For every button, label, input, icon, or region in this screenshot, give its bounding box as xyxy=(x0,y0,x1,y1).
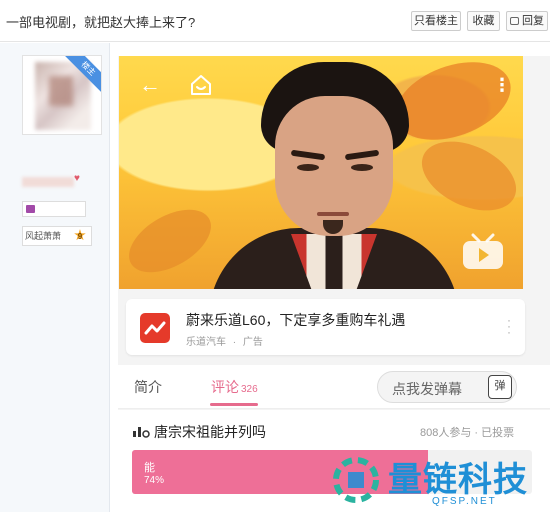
home-icon[interactable] xyxy=(189,73,213,97)
poll-participation: 808人参与 · 已投票 xyxy=(420,427,515,439)
level-badge[interactable]: 风起萧萧 ★ 9 xyxy=(22,226,92,246)
poll-chart-icon xyxy=(133,427,150,438)
tab-intro[interactable]: 简介 xyxy=(134,377,162,397)
tab-comments-label: 评论 xyxy=(211,379,239,395)
background-flame xyxy=(119,196,222,286)
watermark-text: 量链科技 xyxy=(388,460,528,500)
ad-label: 广告 xyxy=(242,337,263,348)
ad-separator: · xyxy=(232,337,237,348)
avatar[interactable]: 楼主 xyxy=(22,55,102,135)
ad-advertiser: 乐道汽车 xyxy=(186,337,226,348)
figure-eye xyxy=(297,164,319,171)
watermark-logo-icon xyxy=(333,457,379,503)
figure-mouth xyxy=(317,212,349,216)
comments-count: 326 xyxy=(241,384,258,395)
post-content: ← ⋮ 蔚来乐道L60，下定享多重购车礼遇 乐道汽车 · 广告 · · · 简介 评… xyxy=(118,56,550,512)
figure-eye xyxy=(351,164,373,171)
ad-brand-logo-icon xyxy=(140,313,170,343)
tv-play-icon[interactable] xyxy=(461,233,505,271)
danmaku-input[interactable]: 点我发弹幕 弹 xyxy=(377,371,517,403)
avatar-image-detail xyxy=(49,76,73,106)
ad-title: 蔚来乐道L60，下定享多重购车礼遇 xyxy=(186,312,406,328)
reply-label: 回复 xyxy=(522,15,544,27)
background-flame xyxy=(411,127,523,225)
active-tab-indicator xyxy=(210,403,258,406)
ad-card[interactable]: 蔚来乐道L60，下定享多重购车礼遇 乐道汽车 · 广告 · · · xyxy=(126,299,525,355)
back-arrow-icon[interactable]: ← xyxy=(139,74,161,96)
level-number: 9 xyxy=(77,232,83,241)
member-badge[interactable] xyxy=(22,201,86,217)
more-vertical-icon[interactable]: ⋮ xyxy=(493,76,511,94)
poll-option-percent: 74% xyxy=(144,475,165,486)
poll-option-label: 能 xyxy=(144,462,155,474)
content-tabs: 简介 评论 326 点我发弹幕 弹 xyxy=(118,365,550,409)
site-watermark: 量链科技 QFSP.NET xyxy=(330,452,550,512)
danmaku-placeholder: 点我发弹幕 xyxy=(392,381,462,397)
thread-title: 一部电视剧，就把赵大捧上来了? xyxy=(6,15,196,30)
author-name-blurred[interactable] xyxy=(22,177,74,187)
video-player[interactable]: ← ⋮ xyxy=(119,56,523,289)
tab-comments[interactable]: 评论 326 xyxy=(211,377,258,397)
author-sidebar: 楼主 ♥ 风起萧萧 ★ 9 xyxy=(0,43,110,512)
badge-icon xyxy=(26,205,35,213)
only-op-button[interactable]: 只看楼主 xyxy=(411,11,461,31)
favorite-button[interactable]: 收藏 xyxy=(467,11,500,31)
poll-title: 唐宗宋祖能并列吗 xyxy=(154,424,266,440)
ad-meta: 乐道汽车 · 广告 xyxy=(186,333,263,348)
thread-header: 一部电视剧，就把赵大捧上来了? 只看楼主 收藏 回复 xyxy=(0,0,550,42)
ad-more-icon[interactable]: · · · xyxy=(507,314,511,338)
danmaku-toggle-icon[interactable]: 弹 xyxy=(488,375,512,399)
heart-icon: ♥ xyxy=(74,173,80,184)
watermark-subtext: QFSP.NET xyxy=(432,496,497,507)
reply-button[interactable]: 回复 xyxy=(506,11,548,31)
level-name: 风起萧萧 xyxy=(25,231,62,241)
reply-icon xyxy=(510,17,519,25)
